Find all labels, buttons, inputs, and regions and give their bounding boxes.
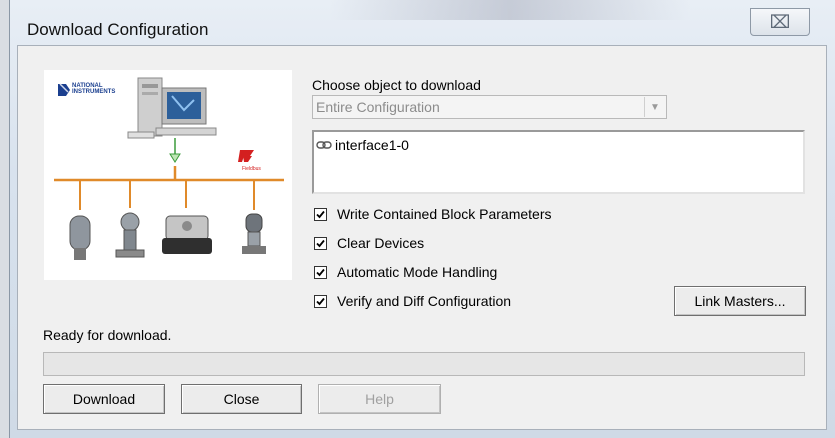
svg-text:Fieldbus: Fieldbus [242,166,261,172]
checkmark-icon [316,239,325,248]
national-instruments-logo: NATIONAL INSTRUMENTS [58,83,115,96]
list-item[interactable]: interface1-0 [316,137,409,153]
object-list[interactable]: interface1-0 [312,130,805,194]
write-block-params-checkbox[interactable] [314,208,327,221]
close-button[interactable]: Close [181,384,302,414]
verify-diff-checkbox[interactable] [314,295,327,308]
choose-object-label: Choose object to download [312,77,481,93]
object-select-value: Entire Configuration [316,99,440,115]
fieldbus-diagram-graphic: NATIONAL INSTRUMENTS Fieldbus [54,77,284,260]
close-icon: ⌧ [769,11,791,32]
frame-glow [330,0,690,20]
write-block-params-label: Write Contained Block Parameters [337,206,552,222]
pressure-transmitter-icon [69,215,91,260]
verify-diff-label: Verify and Diff Configuration [337,293,512,309]
fieldbus-trunk [54,166,284,210]
link-icon [316,141,332,149]
chevron-down-icon[interactable]: ▼ [644,97,665,117]
svg-text:INSTRUMENTS: INSTRUMENTS [72,89,115,95]
fieldbus-logo: Fieldbus [238,150,261,172]
link-masters-button[interactable]: Link Masters... [674,286,806,316]
status-text: Ready for download. [43,327,172,343]
help-button[interactable]: Help [318,384,441,414]
fieldbus-diagram: NATIONAL INSTRUMENTS Fieldbus [44,70,292,280]
clear-devices-checkbox[interactable] [314,237,327,250]
flow-transmitter-icon [115,212,145,258]
clear-devices-label: Clear Devices [337,235,425,251]
download-arrow-icon [169,138,181,163]
window-title: Download Configuration [27,20,209,39]
window-close-button[interactable]: ⌧ [750,8,810,36]
valve-positioner-icon [162,215,212,254]
checkmark-icon [316,297,325,306]
checkmark-icon [316,210,325,219]
download-progress-bar [43,352,805,376]
temperature-transmitter-icon [242,213,266,254]
computer-icon [127,77,217,139]
auto-mode-handling-label: Automatic Mode Handling [337,264,498,280]
object-select[interactable]: Entire Configuration ▼ [312,95,667,119]
checkmark-icon [316,268,325,277]
download-button[interactable]: Download [43,384,165,414]
auto-mode-handling-checkbox[interactable] [314,266,327,279]
dialog-body: NATIONAL INSTRUMENTS Fieldbus Choose obj… [17,45,827,430]
list-item-label: interface1-0 [335,137,409,153]
